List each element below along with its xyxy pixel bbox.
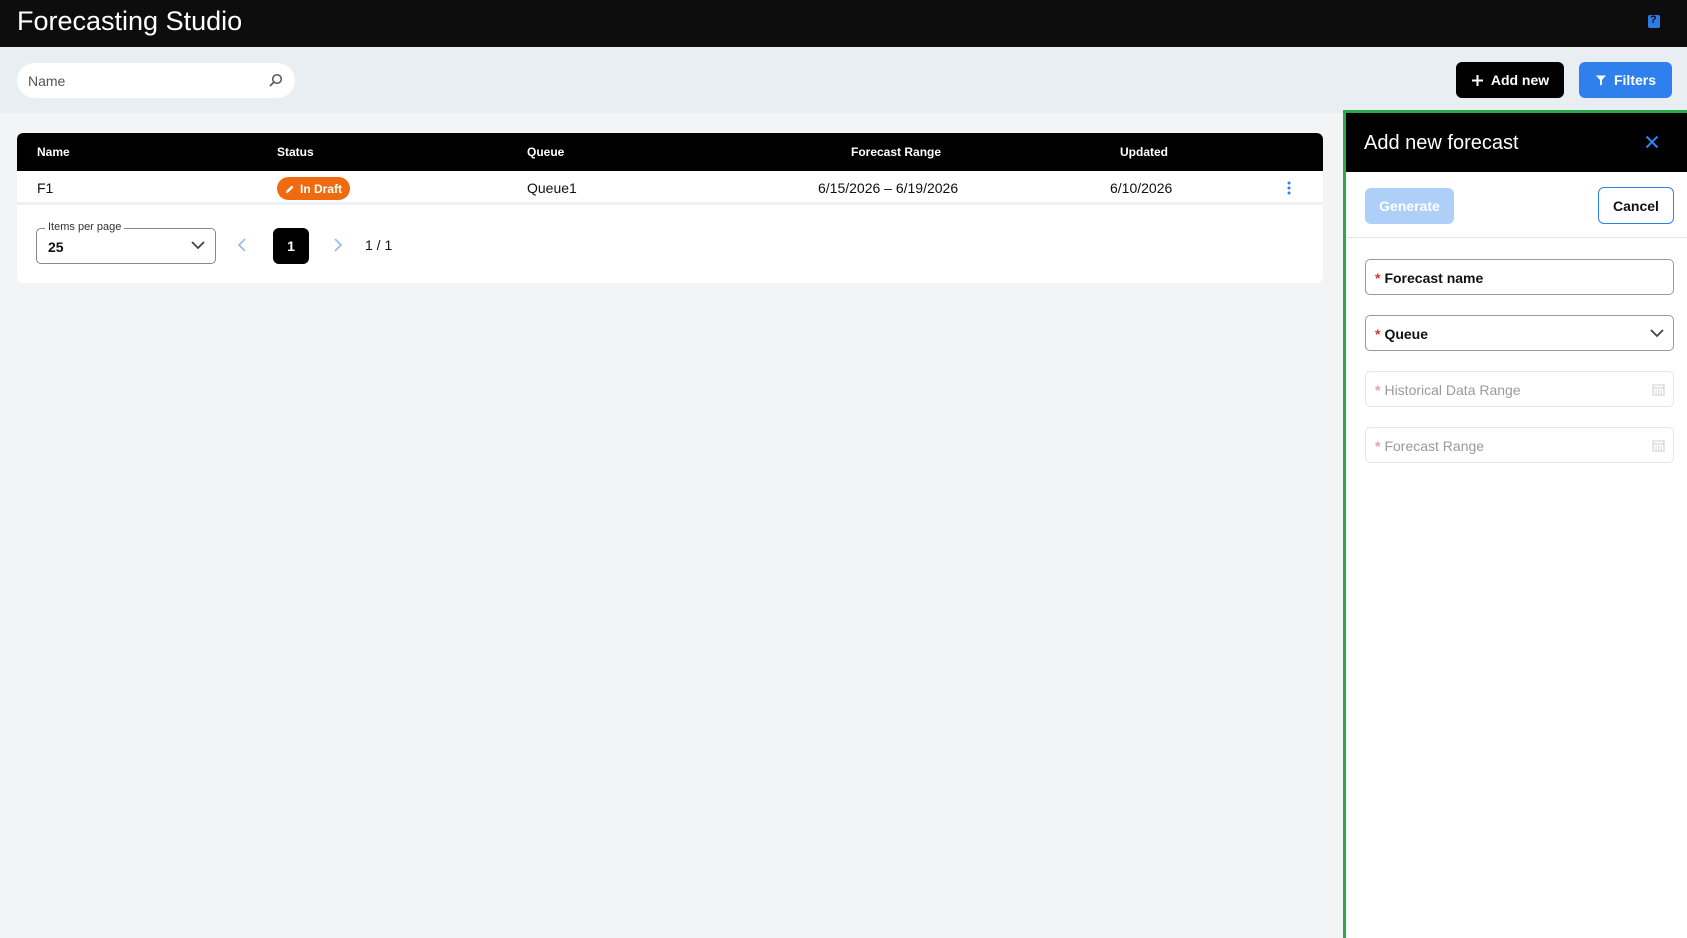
calendar-icon[interactable] [1652, 383, 1665, 396]
page-info: 1 / 1 [365, 237, 393, 253]
items-per-page-value: 25 [48, 239, 64, 255]
forecast-table: Name Status Queue Forecast Range Updated… [17, 133, 1323, 283]
search-box [17, 63, 295, 98]
pencil-icon [286, 185, 294, 193]
chevron-right-icon[interactable] [333, 238, 343, 252]
chevron-down-icon [191, 241, 205, 250]
filter-icon [1595, 75, 1606, 86]
page-button-current[interactable]: 1 [273, 228, 309, 264]
panel-title: Add new forecast [1364, 132, 1519, 154]
column-header-status[interactable]: Status [277, 145, 314, 159]
filters-button[interactable]: Filters [1579, 62, 1672, 98]
filters-label: Filters [1613, 72, 1656, 88]
plus-icon [1471, 74, 1483, 86]
status-label: In Draft [300, 181, 342, 196]
column-header-forecast-range[interactable]: Forecast Range [851, 145, 941, 159]
queue-select[interactable]: * Queue [1365, 315, 1674, 351]
cancel-button[interactable]: Cancel [1598, 187, 1674, 224]
column-header-name[interactable]: Name [37, 145, 70, 159]
column-header-queue[interactable]: Queue [527, 145, 564, 159]
forecast-range-field[interactable]: * Forecast Range [1365, 427, 1674, 463]
items-per-page-label: Items per page [45, 221, 125, 233]
search-icon[interactable] [269, 73, 283, 87]
panel-header: Add new forecast [1346, 113, 1687, 172]
toolbar: Add new Filters [0, 47, 1687, 113]
help-icon[interactable] [1648, 14, 1660, 28]
table-row[interactable]: F1 In Draft Queue1 6/15/2026 – 6/19/2026… [17, 171, 1323, 205]
cell-forecast-range: 6/15/2026 – 6/19/2026 [818, 180, 959, 196]
close-icon[interactable] [1645, 135, 1659, 149]
forecast-name-field[interactable]: * Forecast name [1365, 259, 1674, 295]
generate-button[interactable]: Generate [1365, 188, 1454, 224]
cell-name: F1 [37, 180, 54, 196]
status-badge: In Draft [277, 177, 350, 200]
forecast-name-label: * Forecast name [1375, 270, 1484, 286]
add-new-button[interactable]: Add new [1456, 62, 1564, 98]
more-options-icon[interactable] [1287, 181, 1291, 195]
cell-queue: Queue1 [527, 180, 577, 196]
add-forecast-panel: Add new forecast Generate Cancel * Foreca… [1343, 110, 1687, 938]
calendar-icon[interactable] [1652, 439, 1665, 452]
pagination: Items per page 25 1 1 / 1 [17, 208, 1323, 283]
chevron-left-icon[interactable] [237, 238, 247, 252]
top-bar: Forecasting Studio [0, 0, 1687, 47]
column-header-updated[interactable]: Updated [1120, 145, 1168, 159]
divider [1346, 237, 1687, 238]
app-title: Forecasting Studio [17, 6, 243, 36]
queue-label: * Queue [1375, 326, 1429, 342]
historical-data-range-label: * Historical Data Range [1375, 382, 1521, 398]
search-input[interactable] [17, 63, 257, 98]
forecast-range-label: * Forecast Range [1375, 438, 1485, 454]
cell-updated: 6/10/2026 [1110, 180, 1173, 196]
table-header: Name Status Queue Forecast Range Updated [17, 133, 1323, 171]
historical-data-range-field[interactable]: * Historical Data Range [1365, 371, 1674, 407]
add-new-label: Add new [1490, 72, 1550, 88]
chevron-down-icon [1650, 329, 1664, 338]
items-per-page-select[interactable]: Items per page 25 [36, 221, 216, 264]
